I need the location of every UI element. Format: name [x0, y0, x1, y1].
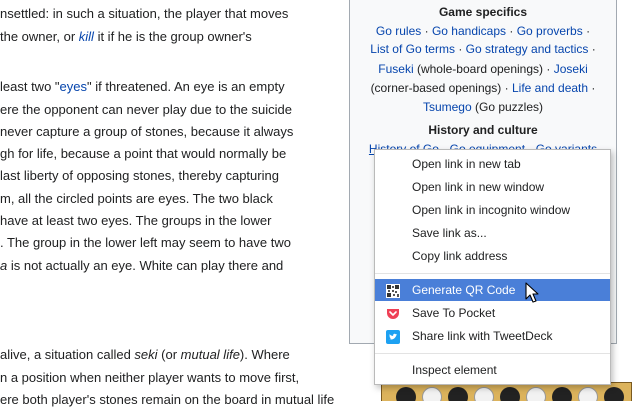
pocket-icon [386, 306, 400, 320]
black-stone [500, 387, 520, 401]
article-line: have at least two eyes. The groups in th… [0, 210, 271, 232]
black-stone [552, 387, 572, 401]
text-span: ere the opponent can never play due to t… [0, 102, 292, 117]
history-culture-heading: History and culture [428, 123, 538, 137]
separator-dot: · [586, 24, 591, 38]
menu-item-label: Share link with TweetDeck [412, 329, 553, 343]
menu-item-share-tweetdeck[interactable]: Share link with TweetDeck [375, 325, 610, 347]
menu-item-open-new-tab[interactable]: Open link in new tab [375, 153, 610, 175]
text-span: last liberty of opposing stones, thereby… [0, 168, 279, 183]
text-span: " if threatened. An eye is an empty [87, 79, 285, 94]
menu-item-inspect-element[interactable]: Inspect element [375, 359, 610, 381]
separator-dot: · [546, 62, 551, 76]
go-handicaps-link[interactable]: Go handicaps [432, 24, 506, 38]
menu-item-save-to-pocket[interactable]: Save To Pocket [375, 302, 610, 324]
text-span: n a position when neither player wants t… [0, 370, 300, 385]
white-stone [578, 387, 598, 401]
navbox-row: Tsumego (Go puzzles) [350, 98, 616, 116]
go-strategy-link[interactable]: Go strategy and tactics [466, 42, 589, 56]
list-of-go-terms-link[interactable]: List of Go terms [370, 42, 455, 56]
white-stone [474, 387, 494, 401]
menu-item-copy-link[interactable]: Copy link address [375, 245, 610, 267]
text-span: gh for life, because a point that would … [0, 146, 287, 161]
white-stone [422, 387, 442, 401]
separator-dot: · [591, 81, 596, 95]
article-line: never capture a group of stones, because… [0, 121, 293, 143]
menu-item-open-new-window[interactable]: Open link in new window [375, 176, 610, 198]
text-span: the owner, or [0, 29, 79, 44]
text-span: never capture a group of stones, because… [0, 124, 294, 139]
text-span: least two " [0, 79, 60, 94]
article-line: alive, a situation called seki (or mutua… [0, 344, 290, 366]
navbox-row: (corner-based openings) · Life and death… [350, 79, 616, 97]
article-line: n a position when neither player wants t… [0, 367, 299, 389]
separator-dot: · [591, 42, 596, 56]
article-line: the owner, or kill it if he is the group… [0, 26, 252, 48]
black-stone [604, 387, 624, 401]
separator-dot: · [458, 42, 463, 56]
separator-dot: · [509, 24, 514, 38]
text-span: have at least two eyes. The groups in th… [0, 213, 272, 228]
separator-dot: · [424, 24, 429, 38]
white-stone [526, 387, 546, 401]
menu-item-save-link[interactable]: Save link as... [375, 222, 610, 244]
text-span: (or [157, 347, 181, 362]
text-span: alive, a situation called [0, 347, 135, 362]
article-line: nsettled: in such a situation, the playe… [0, 3, 288, 25]
seki-term: seki [134, 347, 158, 362]
joseki-link[interactable]: Joseki [554, 62, 588, 76]
eyes-link[interactable]: eyes [60, 79, 87, 94]
game-specifics-heading: Game specifics [438, 5, 528, 19]
navbox-row: Go rules · Go handicaps · Go proverbs · [350, 22, 616, 40]
article-line: m, all the circled points are eyes. The … [0, 188, 273, 210]
menu-separator [375, 273, 610, 274]
joseki-note: (corner-based openings) [370, 81, 502, 95]
article-line: . The group in the lower left may seem t… [0, 232, 291, 254]
navbox-row: Fuseki (whole-board openings) · Joseki [350, 60, 616, 78]
article-line: gh for life, because a point that would … [0, 143, 286, 165]
fuseki-note: (whole-board openings) [416, 62, 544, 76]
mutual-life-term: mutual life [180, 347, 240, 362]
text-span: ). Where [239, 347, 290, 362]
article-line: ere the opponent can never play due to t… [0, 99, 292, 121]
menu-item-label: Generate QR Code [412, 283, 516, 297]
article-line: least two "eyes" if threatened. An eye i… [0, 76, 285, 98]
text-span: nsettled: in such a situation, the playe… [0, 6, 289, 21]
tweetdeck-icon [386, 329, 400, 344]
article-line: a is not actually an eye. White can play… [0, 255, 283, 277]
text-span: it if he is the group owner's [93, 29, 252, 44]
kill-link[interactable]: kill [79, 29, 94, 44]
black-stone [396, 387, 416, 401]
menu-separator [375, 353, 610, 354]
separator-dot: · [504, 81, 509, 95]
mouse-cursor-icon [525, 282, 539, 303]
article-body: nsettled: in such a situation, the playe… [0, 0, 340, 407]
navbox-row: List of Go terms · Go strategy and tacti… [350, 40, 616, 58]
fuseki-link[interactable]: Fuseki [378, 62, 413, 76]
go-proverbs-link[interactable]: Go proverbs [517, 24, 583, 38]
context-menu: Open link in new tab Open link in new wi… [374, 149, 611, 385]
tsumego-link[interactable]: Tsumego [423, 100, 472, 114]
tsumego-note: (Go puzzles) [475, 100, 544, 114]
menu-item-open-incognito[interactable]: Open link in incognito window [375, 199, 610, 221]
text-span: . The group in the lower left may seem t… [0, 235, 291, 250]
article-line: ere both player's stones remain on the b… [0, 389, 334, 411]
article-line: last liberty of opposing stones, thereby… [0, 165, 279, 187]
black-stone [448, 387, 468, 401]
qr-code-icon [386, 283, 400, 298]
go-rules-link[interactable]: Go rules [376, 24, 421, 38]
text-span: is not actually an eye. White can play t… [7, 258, 284, 273]
menu-item-generate-qr[interactable]: Generate QR Code [375, 279, 610, 301]
menu-item-label: Save To Pocket [412, 306, 496, 320]
life-and-death-link[interactable]: Life and death [512, 81, 588, 95]
text-span: m, all the circled points are eyes. The … [0, 191, 273, 206]
